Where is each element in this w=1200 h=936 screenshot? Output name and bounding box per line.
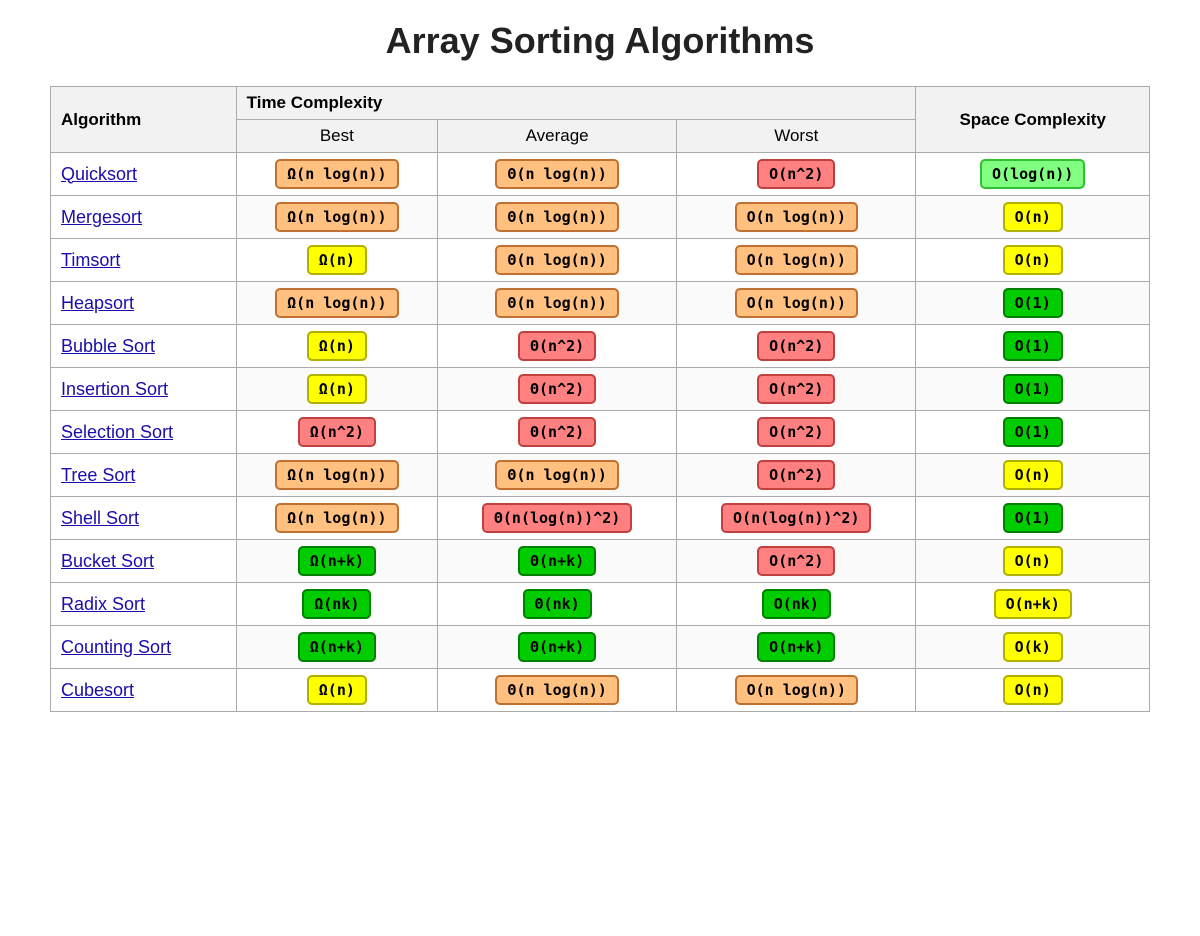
algo-name-tree-sort[interactable]: Tree Sort (51, 454, 237, 497)
average-cell: Θ(n^2) (438, 411, 677, 454)
algo-name-selection-sort[interactable]: Selection Sort (51, 411, 237, 454)
worst-time-cell: O(n^2) (677, 325, 916, 368)
average-cell: Θ(n log(n)) (438, 669, 677, 712)
algo-name-shell-sort[interactable]: Shell Sort (51, 497, 237, 540)
best-cell: Ω(n) (236, 239, 437, 282)
worst-time-cell: O(n^2) (677, 411, 916, 454)
space-cell: O(1) (916, 497, 1150, 540)
best-cell: Ω(n log(n)) (236, 497, 437, 540)
average-cell: Θ(n log(n)) (438, 153, 677, 196)
page-title: Array Sorting Algorithms (386, 20, 815, 62)
col-subheader-best: Best (236, 120, 437, 153)
algo-name-bucket-sort[interactable]: Bucket Sort (51, 540, 237, 583)
best-cell: Ω(n log(n)) (236, 454, 437, 497)
worst-time-cell: O(n log(n)) (677, 239, 916, 282)
worst-time-cell: O(nk) (677, 583, 916, 626)
space-cell: O(1) (916, 282, 1150, 325)
space-cell: O(n) (916, 454, 1150, 497)
best-cell: Ω(n+k) (236, 540, 437, 583)
average-cell: Θ(n+k) (438, 626, 677, 669)
col-subheader-average: Average (438, 120, 677, 153)
average-cell: Θ(n log(n)) (438, 239, 677, 282)
best-cell: Ω(n) (236, 669, 437, 712)
algo-name-insertion-sort[interactable]: Insertion Sort (51, 368, 237, 411)
average-cell: Θ(n^2) (438, 368, 677, 411)
worst-time-cell: O(n log(n)) (677, 196, 916, 239)
average-cell: Θ(n^2) (438, 325, 677, 368)
best-cell: Ω(n) (236, 325, 437, 368)
space-cell: O(n) (916, 196, 1150, 239)
worst-time-cell: O(n log(n)) (677, 282, 916, 325)
col-header-time: Time Complexity (236, 87, 916, 120)
average-cell: Θ(n(log(n))^2) (438, 497, 677, 540)
average-cell: Θ(n log(n)) (438, 282, 677, 325)
average-cell: Θ(n+k) (438, 540, 677, 583)
algo-name-mergesort[interactable]: Mergesort (51, 196, 237, 239)
worst-time-cell: O(n log(n)) (677, 669, 916, 712)
worst-time-cell: O(n^2) (677, 368, 916, 411)
best-cell: Ω(n log(n)) (236, 153, 437, 196)
algo-name-counting-sort[interactable]: Counting Sort (51, 626, 237, 669)
algo-name-bubble-sort[interactable]: Bubble Sort (51, 325, 237, 368)
worst-time-cell: O(n^2) (677, 540, 916, 583)
algorithm-table: Algorithm Time Complexity Space Complexi… (50, 86, 1150, 712)
col-header-algorithm: Algorithm (51, 87, 237, 153)
algo-name-timsort[interactable]: Timsort (51, 239, 237, 282)
space-cell: O(1) (916, 325, 1150, 368)
space-cell: O(log(n)) (916, 153, 1150, 196)
algo-name-heapsort[interactable]: Heapsort (51, 282, 237, 325)
space-cell: O(k) (916, 626, 1150, 669)
space-cell: O(n) (916, 669, 1150, 712)
worst-time-cell: O(n^2) (677, 153, 916, 196)
worst-time-cell: O(n+k) (677, 626, 916, 669)
worst-time-cell: O(n(log(n))^2) (677, 497, 916, 540)
col-subheader-worst-time: Worst (677, 120, 916, 153)
best-cell: Ω(nk) (236, 583, 437, 626)
average-cell: Θ(n log(n)) (438, 196, 677, 239)
algo-name-quicksort[interactable]: Quicksort (51, 153, 237, 196)
best-cell: Ω(n log(n)) (236, 196, 437, 239)
space-cell: O(n) (916, 540, 1150, 583)
algo-name-radix-sort[interactable]: Radix Sort (51, 583, 237, 626)
average-cell: Θ(n log(n)) (438, 454, 677, 497)
average-cell: Θ(nk) (438, 583, 677, 626)
worst-time-cell: O(n^2) (677, 454, 916, 497)
col-header-space: Space Complexity (916, 87, 1150, 153)
space-cell: O(1) (916, 411, 1150, 454)
best-cell: Ω(n^2) (236, 411, 437, 454)
space-cell: O(n) (916, 239, 1150, 282)
best-cell: Ω(n) (236, 368, 437, 411)
best-cell: Ω(n+k) (236, 626, 437, 669)
best-cell: Ω(n log(n)) (236, 282, 437, 325)
algo-name-cubesort[interactable]: Cubesort (51, 669, 237, 712)
space-cell: O(n+k) (916, 583, 1150, 626)
space-cell: O(1) (916, 368, 1150, 411)
